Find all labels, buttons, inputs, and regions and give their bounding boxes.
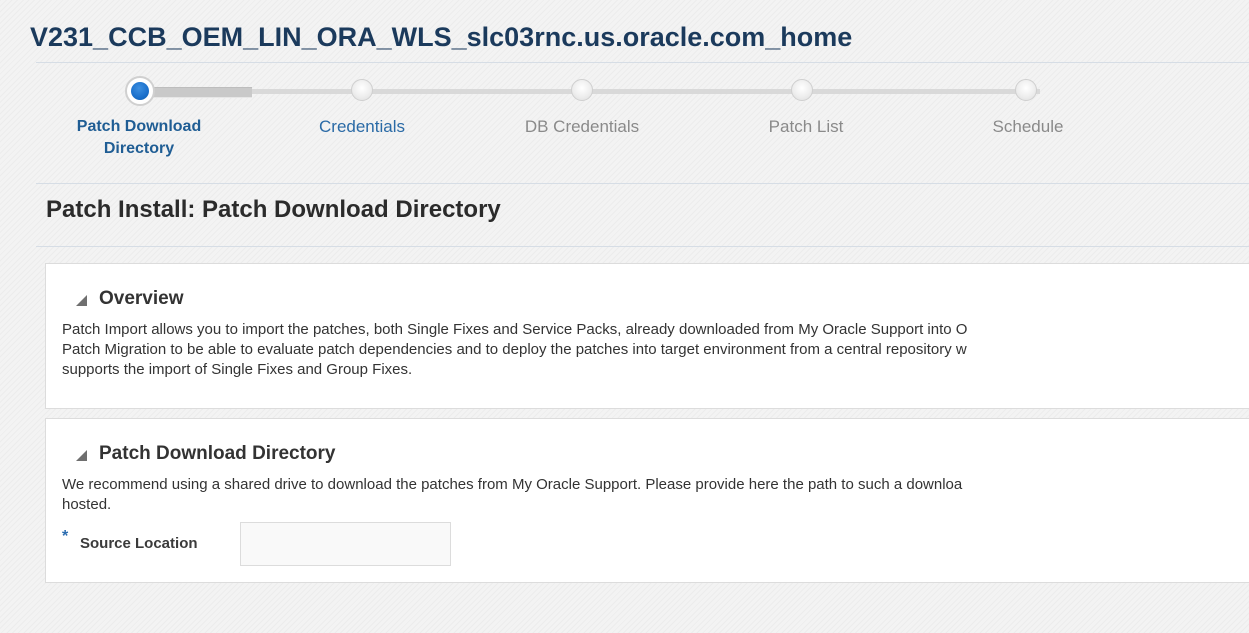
page-title: V231_CCB_OEM_LIN_ORA_WLS_slc03rnc.us.ora… bbox=[30, 22, 853, 52]
download-directory-line: hosted. bbox=[62, 496, 112, 513]
source-location-input[interactable] bbox=[240, 522, 451, 566]
train-label-db-credentials: DB Credentials bbox=[524, 117, 640, 136]
overview-line: supports the import of Single Fixes and … bbox=[62, 361, 413, 378]
required-marker: * bbox=[62, 528, 69, 545]
download-directory-title: Patch Download Directory bbox=[99, 443, 336, 464]
overview-panel: Overview Patch Import allows you to impo… bbox=[45, 263, 1249, 409]
train-stop-schedule bbox=[1015, 79, 1037, 101]
train-label-schedule: Schedule bbox=[992, 117, 1064, 136]
download-directory-text: We recommend using a shared drive to dow… bbox=[62, 475, 1249, 515]
collapse-triangle-icon[interactable] bbox=[76, 449, 87, 461]
train-label-patch-download-directory[interactable]: Patch Download Directory bbox=[59, 116, 219, 160]
train-stop-db-credentials bbox=[571, 79, 593, 101]
title-divider bbox=[36, 62, 1249, 63]
collapse-triangle-icon[interactable] bbox=[76, 294, 87, 306]
overview-text: Patch Import allows you to import the pa… bbox=[62, 320, 1249, 380]
train-stop-credentials[interactable] bbox=[351, 79, 373, 101]
train-stop-patch-download-directory[interactable] bbox=[125, 76, 155, 106]
overview-line: Patch Migration to be able to evaluate p… bbox=[62, 341, 967, 358]
train-divider bbox=[36, 183, 1249, 184]
train-stop-patch-list bbox=[791, 79, 813, 101]
heading-divider bbox=[36, 246, 1249, 247]
overview-line: Patch Import allows you to import the pa… bbox=[62, 321, 968, 338]
download-directory-line: We recommend using a shared drive to dow… bbox=[62, 476, 963, 493]
train-progress-segment bbox=[140, 87, 252, 98]
train-label-patch-list: Patch List bbox=[768, 117, 844, 136]
download-directory-panel: Patch Download Directory We recommend us… bbox=[45, 418, 1249, 583]
page-heading: Patch Install: Patch Download Directory bbox=[46, 196, 501, 223]
download-directory-header[interactable]: Patch Download Directory bbox=[76, 443, 336, 465]
overview-header[interactable]: Overview bbox=[76, 288, 184, 310]
source-location-label: Source Location bbox=[80, 535, 198, 552]
train-label-credentials[interactable]: Credentials bbox=[282, 116, 442, 138]
train-label-line2: Directory bbox=[103, 140, 175, 157]
overview-title: Overview bbox=[99, 288, 184, 309]
train-label-line1: Patch Download bbox=[76, 118, 202, 135]
